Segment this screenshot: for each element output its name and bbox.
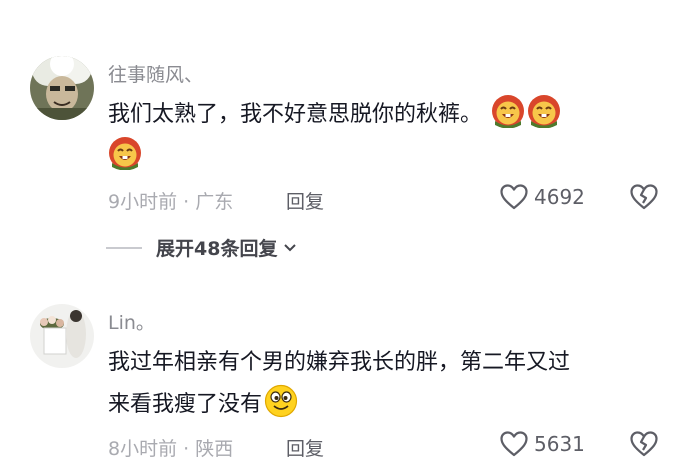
broken-heart-icon — [630, 184, 658, 210]
reply-button[interactable]: 回复 — [286, 187, 324, 214]
reply-button[interactable]: 回复 — [286, 434, 324, 461]
comment-meta: 9小时前 · 广东 — [108, 191, 234, 213]
avatar[interactable] — [30, 304, 94, 368]
comment-text-line: 来看我瘦了没有 — [108, 392, 263, 417]
chevron-down-icon — [284, 243, 297, 251]
like-count: 5631 — [534, 432, 585, 456]
comment-text: 我过年相亲有个男的嫌弃我长的胖，第二年又过 来看我瘦了没有 — [108, 342, 668, 426]
avatar[interactable] — [30, 56, 94, 120]
username[interactable]: 往事随风、 — [108, 60, 203, 87]
like-button[interactable]: 4692 — [500, 184, 585, 210]
dislike-button[interactable] — [630, 431, 658, 461]
heart-icon — [500, 184, 528, 210]
comment-text-body: 我们太熟了，我不好意思脱你的秋裤。 — [108, 102, 483, 127]
broken-heart-icon — [630, 431, 658, 457]
grin-face-icon — [264, 384, 298, 418]
comment-text-line: 我过年相亲有个男的嫌弃我长的胖，第二年又过 — [108, 350, 571, 375]
heart-icon — [500, 431, 528, 457]
laughing-face-icon — [109, 137, 141, 170]
username[interactable]: Lin。 — [108, 308, 155, 335]
like-count: 4692 — [534, 185, 585, 209]
comment-meta: 8小时前 · 陕西 — [108, 438, 234, 460]
dislike-button[interactable] — [630, 184, 658, 214]
expand-replies-button[interactable]: 展开48条回复 — [106, 234, 297, 261]
expand-replies-label: 展开48条回复 — [156, 238, 278, 260]
laughing-face-icon — [492, 95, 525, 128]
comment-text: 我们太熟了，我不好意思脱你的秋裤。 — [108, 94, 668, 178]
like-button[interactable]: 5631 — [500, 431, 585, 457]
divider-line — [106, 246, 142, 249]
laughing-face-icon — [528, 95, 561, 128]
